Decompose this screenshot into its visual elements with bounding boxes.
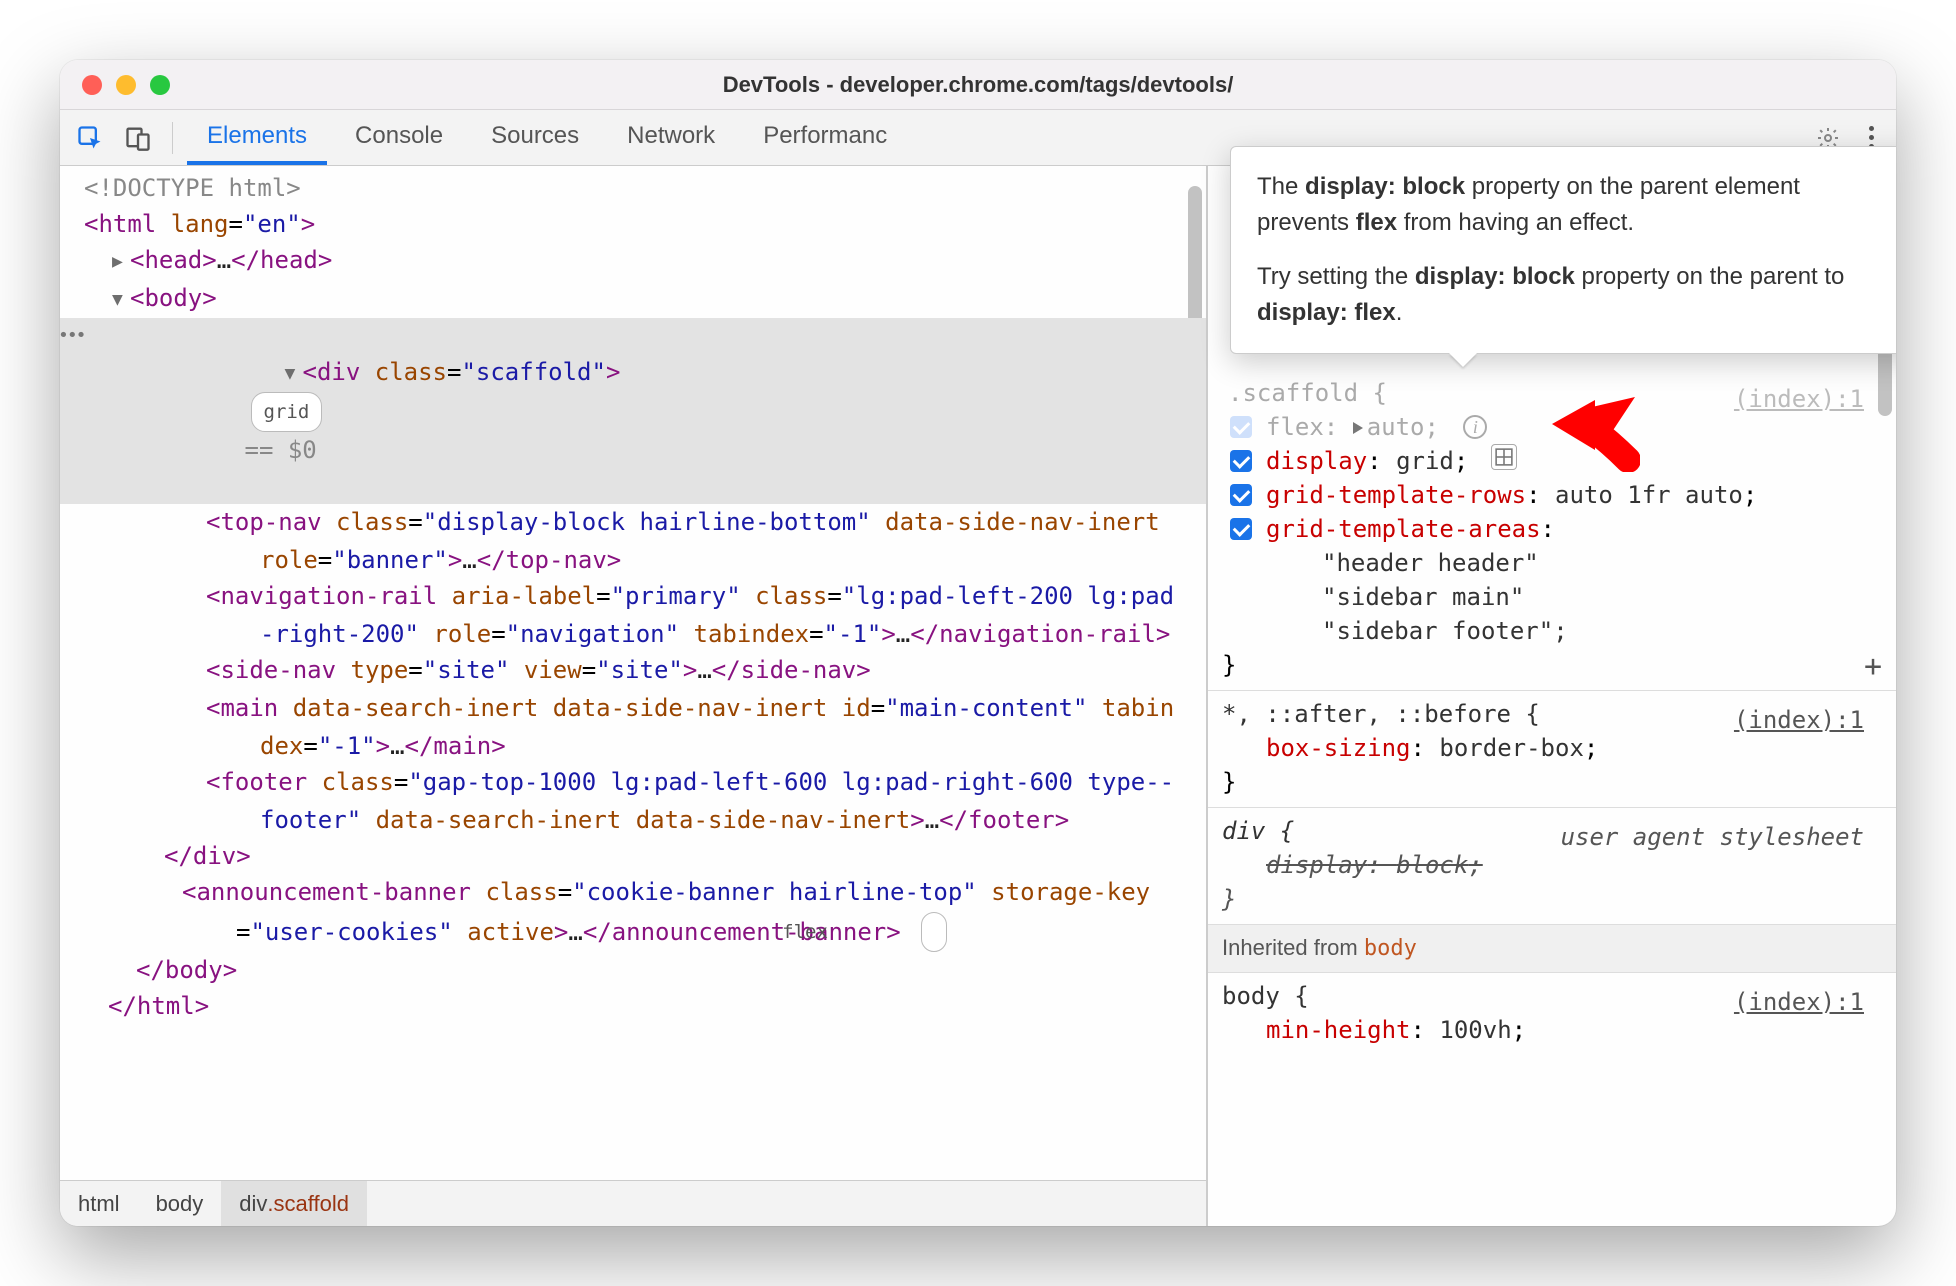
toolbar-separator [172, 122, 173, 154]
device-toggle-icon[interactable] [118, 118, 158, 158]
rule-universal[interactable]: *, ::after, ::before { (index):1 box-siz… [1208, 691, 1896, 808]
decl-gtr[interactable]: grid-template-rows: auto 1fr auto; [1222, 478, 1882, 512]
rule-close: } [1222, 648, 1882, 682]
info-icon[interactable]: i [1463, 415, 1487, 439]
dom-node-topnav[interactable]: ▶<top-nav class="display-block hairline-… [60, 504, 1206, 578]
dom-doctype[interactable]: <!DOCTYPE html> [84, 174, 301, 202]
tab-sources[interactable]: Sources [471, 110, 599, 165]
dom-tree[interactable]: <!DOCTYPE html> <html lang="en"> ▶<head>… [60, 166, 1206, 1180]
expand-shorthand-icon[interactable] [1353, 422, 1363, 434]
checkbox[interactable] [1230, 450, 1252, 472]
flex-badge[interactable]: flex [921, 912, 947, 952]
inherited-from-header: Inherited from body [1208, 925, 1896, 973]
crumb-html[interactable]: html [60, 1181, 138, 1226]
rule-selector[interactable]: div { [1222, 817, 1294, 845]
breadcrumb: html body div.scaffold [60, 1180, 1206, 1226]
rule-source-link[interactable]: (index):1 [1734, 985, 1864, 1019]
expand-icon[interactable]: ▶ [188, 580, 206, 616]
rule-close: } [1222, 765, 1882, 799]
crumb-el: div [239, 1191, 267, 1217]
elements-dom-pane: <!DOCTYPE html> <html lang="en"> ▶<head>… [60, 166, 1208, 1226]
expand-icon[interactable]: ▶ [188, 766, 206, 802]
annotation-arrow-icon [1540, 382, 1640, 472]
tab-elements[interactable]: Elements [187, 110, 327, 165]
window-close-button[interactable] [82, 75, 102, 95]
dom-node-navrail[interactable]: ▶<navigation-rail aria-label="primary" c… [60, 578, 1206, 652]
titlebar: DevTools - developer.chrome.com/tags/dev… [60, 60, 1896, 110]
grid-overlay-icon[interactable] [1491, 444, 1517, 470]
gta-line2[interactable]: "sidebar main" [1222, 580, 1882, 614]
decl-gta[interactable]: grid-template-areas: [1222, 512, 1882, 546]
inspect-element-icon[interactable] [70, 118, 110, 158]
expand-icon[interactable]: ▶ [164, 876, 182, 912]
rule-selector[interactable]: *, ::after, ::before { [1222, 700, 1540, 728]
tab-performance[interactable]: Performanc [743, 110, 907, 165]
traffic-lights [60, 75, 170, 95]
inherited-from-element[interactable]: body [1364, 936, 1417, 961]
tooltip-paragraph-2: Try setting the display: block property … [1257, 259, 1895, 331]
rule-body[interactable]: body { (index):1 min-height: 100vh; [1208, 973, 1896, 1055]
dom-node-sidenav[interactable]: ▶<side-nav type="site" view="site">…</si… [60, 652, 1206, 690]
expand-icon[interactable]: ▶ [112, 244, 130, 280]
window-title: DevTools - developer.chrome.com/tags/dev… [60, 72, 1896, 98]
add-declaration-button[interactable]: + [1864, 650, 1882, 684]
devtools-window: DevTools - developer.chrome.com/tags/dev… [60, 60, 1896, 1226]
grid-badge[interactable]: grid [251, 392, 323, 432]
rule-div-ua[interactable]: div { user agent stylesheet display: blo… [1208, 808, 1896, 925]
collapse-icon[interactable]: ▼ [112, 282, 130, 318]
expand-icon[interactable]: ▶ [188, 692, 206, 728]
eq0-indicator: == $0 [245, 436, 317, 464]
crumb-body[interactable]: body [138, 1181, 222, 1226]
tab-network[interactable]: Network [607, 110, 735, 165]
inactive-property-tooltip: The display: block property on the paren… [1230, 146, 1896, 354]
rule-selector[interactable]: body { [1222, 982, 1309, 1010]
expand-icon[interactable]: ▶ [188, 654, 206, 690]
tooltip-paragraph-1: The display: block property on the paren… [1257, 169, 1895, 241]
window-maximize-button[interactable] [150, 75, 170, 95]
decl-boxsizing[interactable]: box-sizing: border-box; [1222, 731, 1882, 765]
checkbox[interactable] [1230, 518, 1252, 540]
crumb-selected[interactable]: div.scaffold [221, 1181, 367, 1226]
tab-console[interactable]: Console [335, 110, 463, 165]
collapse-icon[interactable]: ▼ [285, 356, 303, 392]
checkbox[interactable] [1230, 416, 1252, 438]
expand-icon[interactable]: ▶ [188, 506, 206, 542]
window-minimize-button[interactable] [116, 75, 136, 95]
rule-selector[interactable]: .scaffold { [1222, 379, 1387, 407]
crumb-cls: .scaffold [267, 1191, 349, 1217]
dom-node-main[interactable]: ▶<main data-search-inert data-side-nav-i… [60, 690, 1206, 764]
dom-node-banner[interactable]: ▶<announcement-banner class="cookie-bann… [60, 874, 1206, 952]
dom-node-footer[interactable]: ▶<footer class="gap-top-1000 lg:pad-left… [60, 764, 1206, 838]
gta-line3[interactable]: "sidebar footer"; [1222, 614, 1882, 648]
gta-line1[interactable]: "header header" [1222, 546, 1882, 580]
dom-selected-node[interactable]: ▼<div class="scaffold"> grid == $0 [60, 318, 1206, 504]
checkbox[interactable] [1230, 484, 1252, 506]
rule-close: } [1222, 882, 1882, 916]
rule-source-label: user agent stylesheet [1561, 820, 1864, 854]
